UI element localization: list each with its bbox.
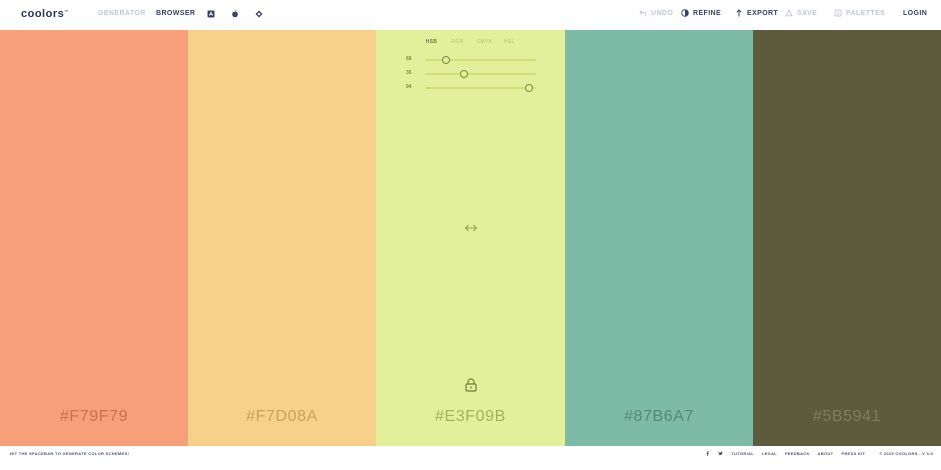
save-button[interactable]: SAVE xyxy=(785,9,817,17)
refine-button[interactable]: REFINE xyxy=(681,9,721,17)
footer: HIT THE SPACEBAR TO GENERATE COLOR SCHEM… xyxy=(0,446,941,470)
color-swatch-4[interactable]: #87B6A7 xyxy=(565,30,753,446)
hex-code-5[interactable]: #5B5941 xyxy=(753,408,941,426)
hex-code-4[interactable]: #87B6A7 xyxy=(565,408,753,426)
tab-rgb[interactable]: RGB xyxy=(451,39,465,45)
nav-browser[interactable]: BROWSER xyxy=(156,10,195,17)
refine-label: REFINE xyxy=(693,9,722,17)
chrome-extension-icon[interactable] xyxy=(255,10,263,18)
coolors-logo[interactable]: coolors™ xyxy=(21,8,69,20)
twitter-icon[interactable] xyxy=(718,451,724,456)
undo-icon xyxy=(639,10,647,16)
footer-links: TUTORIAL LEGAL FEEDBACK ABOUT PRESS KIT … xyxy=(705,451,933,456)
color-swatch-5[interactable]: #5B5941 xyxy=(753,30,941,446)
save-label: SAVE xyxy=(797,9,818,17)
undo-label: UNDO xyxy=(651,9,674,17)
undo-button[interactable]: UNDO xyxy=(639,9,673,17)
export-icon xyxy=(736,9,742,17)
drag-arrows-icon[interactable] xyxy=(464,221,478,235)
hue-slider: 68 xyxy=(406,56,536,64)
export-button[interactable]: EXPORT xyxy=(735,9,778,17)
saturation-slider: 35 xyxy=(406,70,536,78)
logo-trademark: ™ xyxy=(64,9,69,14)
hue-track[interactable] xyxy=(425,56,536,64)
palettes-icon xyxy=(834,9,842,17)
save-icon xyxy=(785,9,793,17)
footer-link-feedback[interactable]: FEEDBACK xyxy=(785,451,810,456)
palettes-label: PALETTES xyxy=(846,9,886,17)
brightness-track[interactable] xyxy=(425,84,536,92)
footer-link-tutorial[interactable]: TUTORIAL xyxy=(731,451,754,456)
login-button[interactable]: LOGIN xyxy=(903,10,927,17)
hex-code-1[interactable]: #F79F79 xyxy=(0,408,188,426)
footer-link-legal[interactable]: LEGAL xyxy=(762,451,777,456)
hue-slider-handle[interactable] xyxy=(442,56,451,64)
footer-link-press-kit[interactable]: PRESS KIT xyxy=(841,451,865,456)
hex-code-3[interactable]: #E3F09B xyxy=(376,408,565,426)
facebook-icon[interactable] xyxy=(705,451,710,456)
app-store-icon[interactable] xyxy=(207,10,215,18)
top-bar: coolors™ GENERATOR BROWSER UNDO REFINE E… xyxy=(0,0,941,30)
color-swatch-2[interactable]: #F7D08A xyxy=(188,30,376,446)
nav-generator[interactable]: GENERATOR xyxy=(98,10,146,17)
logo-text: coolors xyxy=(21,8,65,20)
brightness-slider: 94 xyxy=(406,84,536,92)
hex-code-2[interactable]: #F7D08A xyxy=(188,408,376,426)
tab-hsb[interactable]: HSB xyxy=(425,39,439,45)
export-label: EXPORT xyxy=(747,9,779,17)
color-swatch-1[interactable]: #F79F79 xyxy=(0,30,188,446)
hue-value: 68 xyxy=(406,56,412,62)
color-palette: #F79F79 #F7D08A HSB RGB CMYK HSL 68 35 9… xyxy=(0,30,941,446)
tab-hsl[interactable]: HSL xyxy=(503,39,517,45)
tab-cmyk[interactable]: CMYK xyxy=(477,39,493,45)
saturation-track[interactable] xyxy=(425,70,536,78)
color-swatch-3[interactable]: HSB RGB CMYK HSL 68 35 94 #E3F09B xyxy=(376,30,565,446)
apple-icon[interactable] xyxy=(231,10,239,18)
saturation-slider-handle[interactable] xyxy=(459,70,468,78)
palettes-button[interactable]: PALETTES xyxy=(834,9,885,17)
refine-icon xyxy=(681,9,689,17)
color-mode-tabs: HSB RGB CMYK HSL xyxy=(376,39,565,45)
footer-link-about[interactable]: ABOUT xyxy=(818,451,834,456)
copyright: © 2015 COOLORS - V 3.0 xyxy=(879,451,933,456)
lock-icon[interactable] xyxy=(465,378,477,392)
brightness-value: 94 xyxy=(406,84,412,90)
brightness-slider-handle[interactable] xyxy=(525,84,534,92)
saturation-value: 35 xyxy=(406,70,412,76)
spacebar-hint: HIT THE SPACEBAR TO GENERATE COLOR SCHEM… xyxy=(10,451,130,456)
